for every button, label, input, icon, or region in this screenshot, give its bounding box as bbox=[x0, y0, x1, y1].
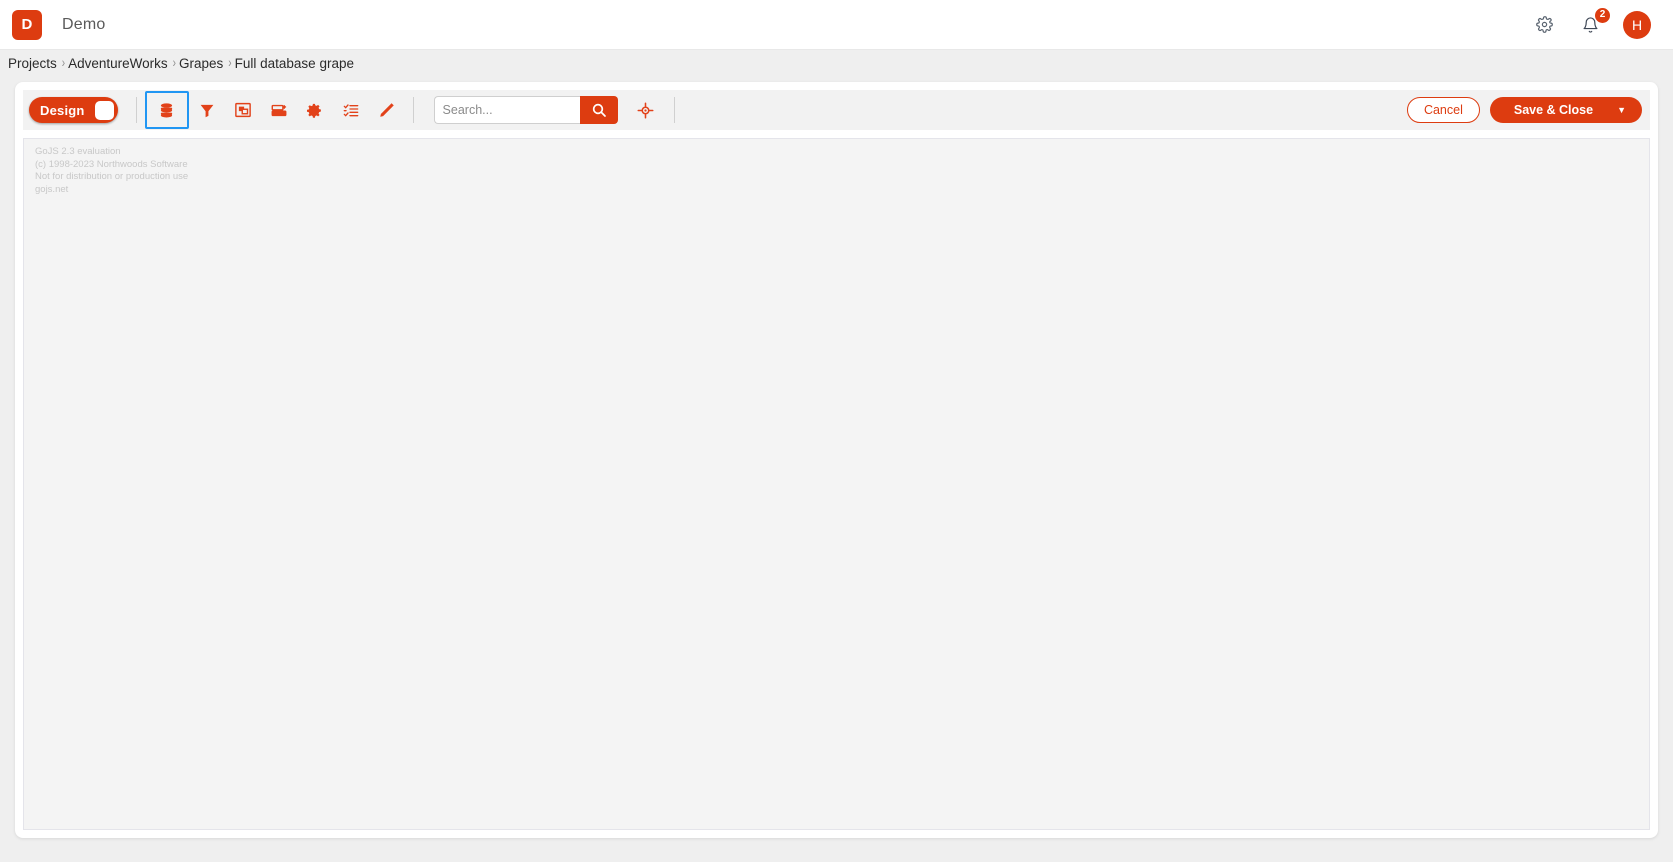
notification-badge: 2 bbox=[1595, 7, 1610, 23]
toolbar-divider bbox=[412, 97, 414, 123]
search-input[interactable] bbox=[433, 96, 580, 124]
toolbar-divider bbox=[673, 97, 675, 123]
fit-to-screen-icon[interactable] bbox=[225, 94, 261, 126]
design-toggle-label: Design bbox=[40, 102, 85, 118]
watermark-line-3: Not for distribution or production use bbox=[35, 171, 189, 183]
watermark-line-4: gojs.net bbox=[35, 183, 69, 195]
gojs-watermark: GoJS 2.3 evaluation (c) 1998-2023 Northw… bbox=[35, 146, 188, 196]
avatar[interactable]: H bbox=[1623, 10, 1651, 39]
save-button-label: Save & Close bbox=[1513, 103, 1594, 117]
watermark-line-2: (c) 1998-2023 Northwoods Software bbox=[35, 158, 188, 170]
search-group bbox=[433, 96, 618, 124]
chevron-right-icon: › bbox=[172, 55, 177, 71]
save-and-close-button[interactable]: Save & Close ▼ bbox=[1489, 97, 1642, 123]
toolbar-actions: Cancel Save & Close ▼ bbox=[1406, 97, 1642, 123]
filter-icon[interactable] bbox=[189, 94, 225, 126]
search-button[interactable] bbox=[579, 96, 618, 124]
chevron-right-icon: › bbox=[228, 55, 232, 71]
app-title: Demo bbox=[62, 15, 106, 33]
app-header: D Demo 2 H bbox=[0, 0, 1673, 50]
design-mode-toggle[interactable]: Design bbox=[29, 97, 118, 123]
database-icon[interactable] bbox=[144, 91, 189, 129]
breadcrumb: Projects › AdventureWorks › Grapes › Ful… bbox=[0, 50, 1673, 76]
app-header-actions: 2 H bbox=[1531, 7, 1651, 39]
cancel-button[interactable]: Cancel bbox=[1406, 97, 1480, 123]
editor-card: Design Search... Cancel Save & Close ▼ G… bbox=[15, 82, 1658, 838]
layout-icon[interactable] bbox=[261, 94, 297, 126]
breadcrumb-item-current: Full database grape bbox=[234, 55, 354, 71]
watermark-line-1: GoJS 2.3 evaluation bbox=[35, 146, 121, 157]
breadcrumb-item-grapes[interactable]: Grapes bbox=[179, 56, 223, 71]
toolbar-divider bbox=[135, 97, 137, 123]
bell-icon[interactable]: 2 bbox=[1577, 7, 1610, 38]
pencil-icon[interactable] bbox=[369, 94, 405, 126]
app-logo[interactable]: D bbox=[12, 9, 42, 40]
editor-toolbar: Design Search... Cancel Save & Close ▼ bbox=[23, 90, 1650, 130]
crosshair-target-icon[interactable] bbox=[628, 94, 664, 126]
gear-icon[interactable] bbox=[297, 94, 333, 126]
toggle-knob bbox=[94, 100, 114, 120]
gear-icon[interactable] bbox=[1531, 12, 1557, 38]
checklist-icon[interactable] bbox=[333, 94, 369, 126]
chevron-down-icon[interactable]: ▼ bbox=[1615, 97, 1642, 123]
breadcrumb-item-projects[interactable]: Projects bbox=[8, 56, 57, 71]
chevron-right-icon: › bbox=[61, 55, 66, 71]
breadcrumb-item-adventureworks[interactable]: AdventureWorks bbox=[68, 56, 168, 71]
diagram-canvas[interactable]: GoJS 2.3 evaluation (c) 1998-2023 Northw… bbox=[23, 138, 1650, 830]
